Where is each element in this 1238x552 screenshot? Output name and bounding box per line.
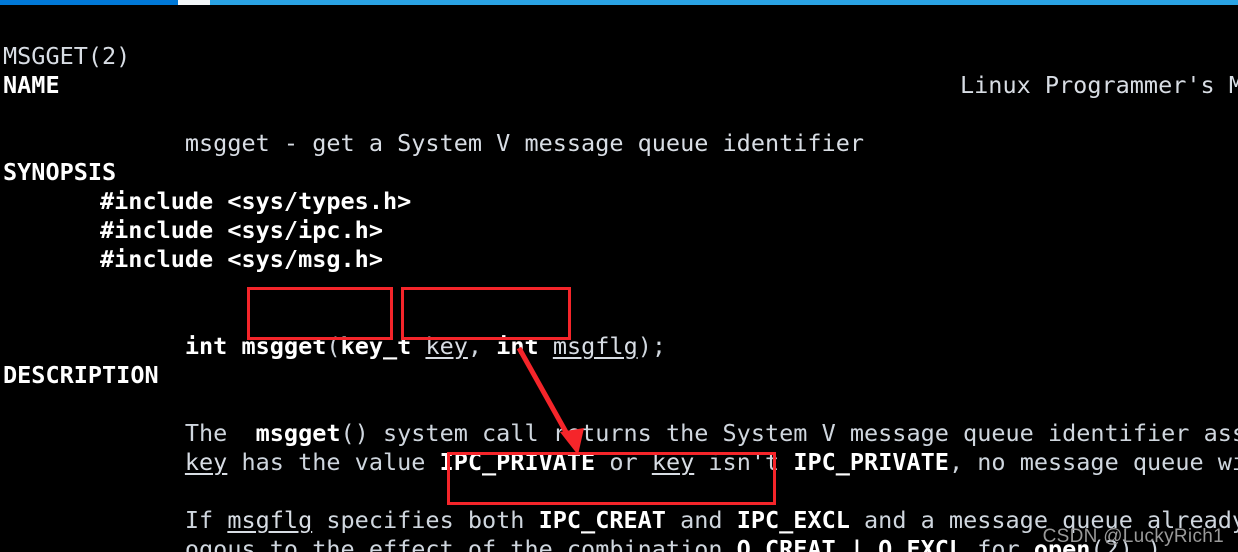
- description-paragraph2-line1: If msgflg specifies both IPC_CREAT and I…: [100, 477, 1238, 534]
- signature-space-2: [411, 332, 425, 360]
- section-heading-description: DESCRIPTION: [3, 361, 159, 389]
- include-line-ipc: #include <sys/ipc.h>: [100, 216, 383, 244]
- desc-const-ipc-private-2: IPC_PRIVATE: [793, 448, 949, 476]
- signature-param1-name: key: [425, 332, 468, 360]
- signature-close-paren: ): [637, 332, 652, 360]
- description-paragraph2-line2: ogous to the effect of the combination O…: [100, 506, 1161, 552]
- terminal-window: MSGGET(2) Linux Programmer's Ma NAME msg…: [0, 0, 1238, 552]
- desc2-text-analogous: ogous to the effect of the combination: [184, 535, 737, 552]
- name-description-text: msgget - get a System V message queue id…: [184, 129, 865, 157]
- description-paragraph1-line2: key has the value IPC_PRIVATE or key isn…: [100, 419, 1238, 476]
- desc2-text-pipe: |: [835, 535, 879, 552]
- signature-space-1: [227, 332, 241, 360]
- watermark-text: CSDN @LuckyRich1: [1042, 526, 1224, 547]
- signature-return-type: int: [184, 332, 228, 360]
- signature-space-3: [482, 332, 496, 360]
- signature-space-4: [539, 332, 553, 360]
- signature-param1-type: key_t: [340, 332, 412, 360]
- function-signature-line: int msgget(key_t key, int msgflg);: [100, 303, 666, 360]
- header-left-text: MSGGET(2): [3, 42, 131, 70]
- signature-param2-name: msgflg: [552, 332, 638, 360]
- signature-function-name: msgget: [241, 332, 327, 360]
- signature-param2-type: int: [496, 332, 539, 360]
- signature-comma: ,: [467, 332, 483, 360]
- description-paragraph1-line1: The msgget() system call returns the Sys…: [100, 390, 1238, 447]
- manpage-header: MSGGET(2) Linux Programmer's Ma: [0, 13, 1238, 99]
- desc2-const-o-creat: O_CREAT: [736, 535, 836, 552]
- desc-const-ipc-private-1: IPC_PRIVATE: [439, 448, 596, 476]
- desc-text-noqueue: , no message queue with the: [948, 448, 1238, 476]
- section-heading-synopsis: SYNOPSIS: [3, 158, 117, 186]
- include-line-types: #include <sys/types.h>: [100, 187, 412, 215]
- signature-semicolon: ;: [651, 332, 667, 360]
- man-page-content: MSGGET(2) Linux Programmer's Ma NAME msg…: [0, 5, 1238, 552]
- desc-key-1: key: [184, 448, 228, 476]
- desc-text-hasvalue: has the value: [227, 448, 440, 476]
- header-right-text: Linux Programmer's Ma: [960, 71, 1238, 99]
- signature-open-paren: (: [326, 332, 341, 360]
- section-body-name: msgget - get a System V message queue id…: [100, 100, 864, 157]
- section-heading-name: NAME: [3, 71, 60, 99]
- desc2-const-o-excl: O_EXCL: [878, 535, 964, 552]
- desc-text-isnt: isn't: [694, 448, 794, 476]
- desc-key-2: key: [651, 448, 695, 476]
- include-line-msg: #include <sys/msg.h>: [100, 245, 383, 273]
- desc2-text-for: for: [963, 535, 1034, 552]
- desc-text-or: or: [595, 448, 652, 476]
